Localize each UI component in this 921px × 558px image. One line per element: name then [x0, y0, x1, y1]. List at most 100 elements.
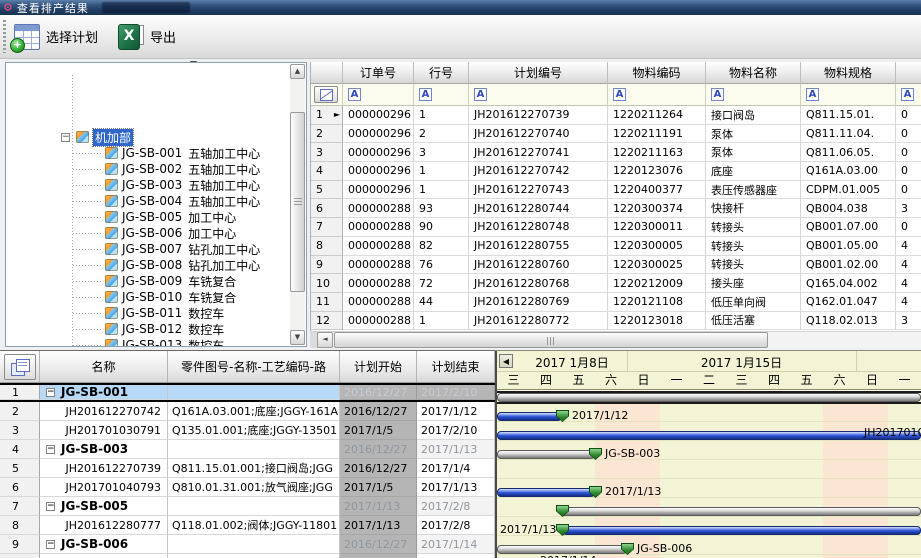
clear-filter-button[interactable]	[314, 86, 338, 103]
filter-cell-material-name[interactable]: A	[706, 84, 801, 106]
col-header-line-no[interactable]: 行号	[414, 62, 469, 84]
machine-icon	[105, 291, 118, 303]
order-row-4[interactable]: 4 000000296 1 JH201612270742 1220123076 底座…	[311, 162, 921, 181]
tree-item-jg-sb-009[interactable]: JG-SB-009 车铣复合	[6, 273, 236, 289]
schedule-row-task[interactable]: 5 JH201612270739 Q811.15.01.001;接口阀岛;JGG…	[0, 459, 495, 478]
col-header-plan-start[interactable]: 计划开始	[340, 351, 417, 382]
machine-icon	[105, 147, 118, 159]
day-label: 六	[833, 373, 846, 387]
excel-icon: X	[118, 23, 144, 50]
tree-item-jg-sb-008[interactable]: JG-SB-008 钻孔加工中心	[6, 257, 260, 273]
gantt-task-bar[interactable]	[562, 526, 921, 535]
schedule-row-group-jg-sb-003[interactable]: 4 − JG-SB-003 2016/12/27 2017/1/13	[0, 440, 495, 459]
col-header-material-name[interactable]: 物料名称	[706, 62, 801, 84]
tree-item-jg-sb-005[interactable]: JG-SB-005 加工中心	[6, 209, 236, 225]
order-row-3[interactable]: 3 000000296 3 JH201612270741 1220211163 泵体…	[311, 143, 921, 163]
orders-hscrollbar[interactable]: ◄	[310, 331, 921, 348]
col-header-plan-end[interactable]: 计划结束	[417, 351, 495, 382]
collapse-icon[interactable]: −	[46, 387, 55, 397]
schedule-row-task[interactable]: 6 JH201701040793 Q810.01.31.001;放气阀座;JGG…	[0, 478, 495, 497]
filter-a-icon[interactable]: A	[901, 88, 914, 101]
filter-a-icon[interactable]: A	[613, 88, 626, 101]
bar-label: JG-SB-003	[605, 447, 661, 460]
collapse-icon[interactable]: −	[61, 132, 70, 142]
gantt-task-bar[interactable]	[497, 431, 921, 440]
tree-item-jg-sb-002[interactable]: JG-SB-002 五轴加工中心	[6, 161, 260, 177]
gantt-summary-bar-jg-sb-005[interactable]	[560, 507, 921, 516]
tree-scroll-thumb[interactable]	[290, 112, 305, 292]
tree-item-jg-sb-001[interactable]: JG-SB-001 五轴加工中心	[6, 145, 260, 161]
collapse-icon[interactable]: −	[46, 444, 55, 454]
filter-cell-order-no[interactable]: A	[343, 84, 414, 106]
collapse-icon[interactable]: −	[46, 501, 55, 511]
order-row-11[interactable]: 11 000000288 44 JH201612280769 1220121108 …	[311, 292, 921, 312]
schedule-row-task-clipped[interactable]: 10	[0, 554, 495, 558]
toolbar-grip[interactable]	[3, 20, 6, 53]
tree-item-jg-sb-003[interactable]: JG-SB-003 五轴加工中心	[6, 177, 260, 193]
tree-item-jg-sb-007[interactable]: JG-SB-007 钻孔加工中心	[6, 241, 260, 257]
machine-icon	[105, 179, 118, 191]
tree-scrollbar[interactable]: ▲ ▼	[290, 64, 305, 345]
machine-icon	[105, 323, 118, 335]
col-header-material-code[interactable]: 物料编码	[608, 62, 706, 84]
order-row-2[interactable]: 2 000000296 2 JH201612270740 1220211191 泵体…	[311, 124, 921, 144]
filter-a-icon[interactable]: A	[474, 88, 487, 101]
filter-cell-extra[interactable]: A	[896, 84, 921, 106]
filter-cell-material-code[interactable]: A	[608, 84, 706, 106]
gantt-task-bar[interactable]	[497, 412, 562, 421]
filter-cell-line-no[interactable]: A	[414, 84, 469, 106]
schedule-row-group-jg-sb-001[interactable]: 1 − JG-SB-001 2016/12/27 2017/2/10	[0, 383, 495, 402]
tree-item-jg-sb-011[interactable]: JG-SB-011 数控车	[6, 305, 224, 321]
order-row-12[interactable]: 12 000000288 1 JH201612280772 1220123018 低…	[311, 311, 921, 331]
scroll-left-icon[interactable]: ◄	[317, 332, 333, 348]
order-row-7[interactable]: 7 000000288 90 JH201612280748 1220300011 转…	[311, 218, 921, 237]
filter-cell-material-spec[interactable]: A	[801, 84, 896, 106]
scroll-up-icon[interactable]: ▲	[290, 64, 305, 79]
customize-columns-button[interactable]	[3, 353, 36, 380]
scroll-down-icon[interactable]: ▼	[290, 330, 305, 345]
tree-root-machining-dept[interactable]: − 机加部	[61, 127, 135, 147]
gantt-summary-bar-jg-sb-006[interactable]	[497, 545, 627, 554]
order-row-6[interactable]: 6 000000288 93 JH201612280744 1220300374 快…	[311, 199, 921, 219]
machine-icon	[105, 211, 118, 223]
schedule-row-group-jg-sb-006[interactable]: 9 − JG-SB-006 2016/12/27 2017/1/14	[0, 535, 495, 554]
bar-label: JH2017010	[864, 426, 921, 439]
bar-label: 2017/1/12	[572, 409, 629, 422]
tree-item-jg-sb-004[interactable]: JG-SB-004 五轴加工中心	[6, 193, 260, 209]
tree-item-jg-sb-010[interactable]: JG-SB-010 车铣复合	[6, 289, 236, 305]
filter-cell-plan-no[interactable]: A	[469, 84, 608, 106]
order-row-5[interactable]: 5 000000296 1 JH201612270743 1220400377 表压…	[311, 180, 921, 200]
select-plan-button[interactable]: + 选择计划	[10, 18, 98, 55]
filter-a-icon[interactable]: A	[419, 88, 432, 101]
collapse-icon[interactable]: −	[46, 539, 55, 549]
col-header-part[interactable]: 零件图号-名称-工艺编码-路	[168, 351, 340, 382]
schedule-row-task[interactable]: 8 JH201612280777 Q118.01.002;阀体;JGGY-118…	[0, 516, 495, 535]
schedule-row-task[interactable]: 2 JH201612270742 Q161A.03.001;底座;JGGY-16…	[0, 402, 495, 421]
gantt-summary-bar-jg-sb-003[interactable]	[497, 450, 595, 459]
schedule-row-task[interactable]: 3 JH201701030791 Q135.01.001;底座;JGGY-135…	[0, 421, 495, 440]
filter-a-icon[interactable]: A	[711, 88, 724, 101]
col-header-plan-no[interactable]: 计划编号	[469, 62, 608, 84]
day-label: 四	[767, 373, 780, 387]
filter-a-icon[interactable]: A	[806, 88, 819, 101]
order-row-8[interactable]: 8 000000288 82 JH201612280755 1220300005 转…	[311, 236, 921, 256]
order-row-1[interactable]: 1 ► 000000296 1 JH201612270739 1220211264 接…	[311, 106, 921, 125]
gantt-summary-bar-jg-sb-001[interactable]	[497, 393, 921, 402]
order-row-10[interactable]: 10 000000288 72 JH201612280768 1220212009 …	[311, 274, 921, 293]
tree-item-jg-sb-012[interactable]: JG-SB-012 数控车	[6, 321, 224, 337]
col-header-order-no[interactable]: 订单号	[343, 62, 414, 84]
tree-item-jg-sb-006[interactable]: JG-SB-006 加工中心	[6, 225, 236, 241]
gantt-task-bar[interactable]	[497, 488, 595, 497]
order-row-9[interactable]: 9 000000288 76 JH201612280760 1220300025 转…	[311, 255, 921, 275]
col-header-material-spec[interactable]: 物料规格	[801, 62, 896, 84]
tree-item-jg-sb-013[interactable]: JG-SB-013 数控车	[6, 337, 224, 346]
filter-a-icon[interactable]: A	[348, 88, 361, 101]
schedule-row-group-jg-sb-005[interactable]: 7 − JG-SB-005 2017/1/13 2017/2/8	[0, 497, 495, 516]
gantt-prev-icon[interactable]: ◀	[499, 354, 513, 368]
col-header-name[interactable]: 名称	[40, 351, 168, 382]
export-label: 导出	[150, 31, 177, 46]
orders-hscroll-thumb[interactable]	[334, 332, 768, 348]
export-button[interactable]: X 导出	[118, 18, 176, 55]
machine-icon	[105, 227, 118, 239]
col-header-extra[interactable]	[896, 62, 921, 84]
